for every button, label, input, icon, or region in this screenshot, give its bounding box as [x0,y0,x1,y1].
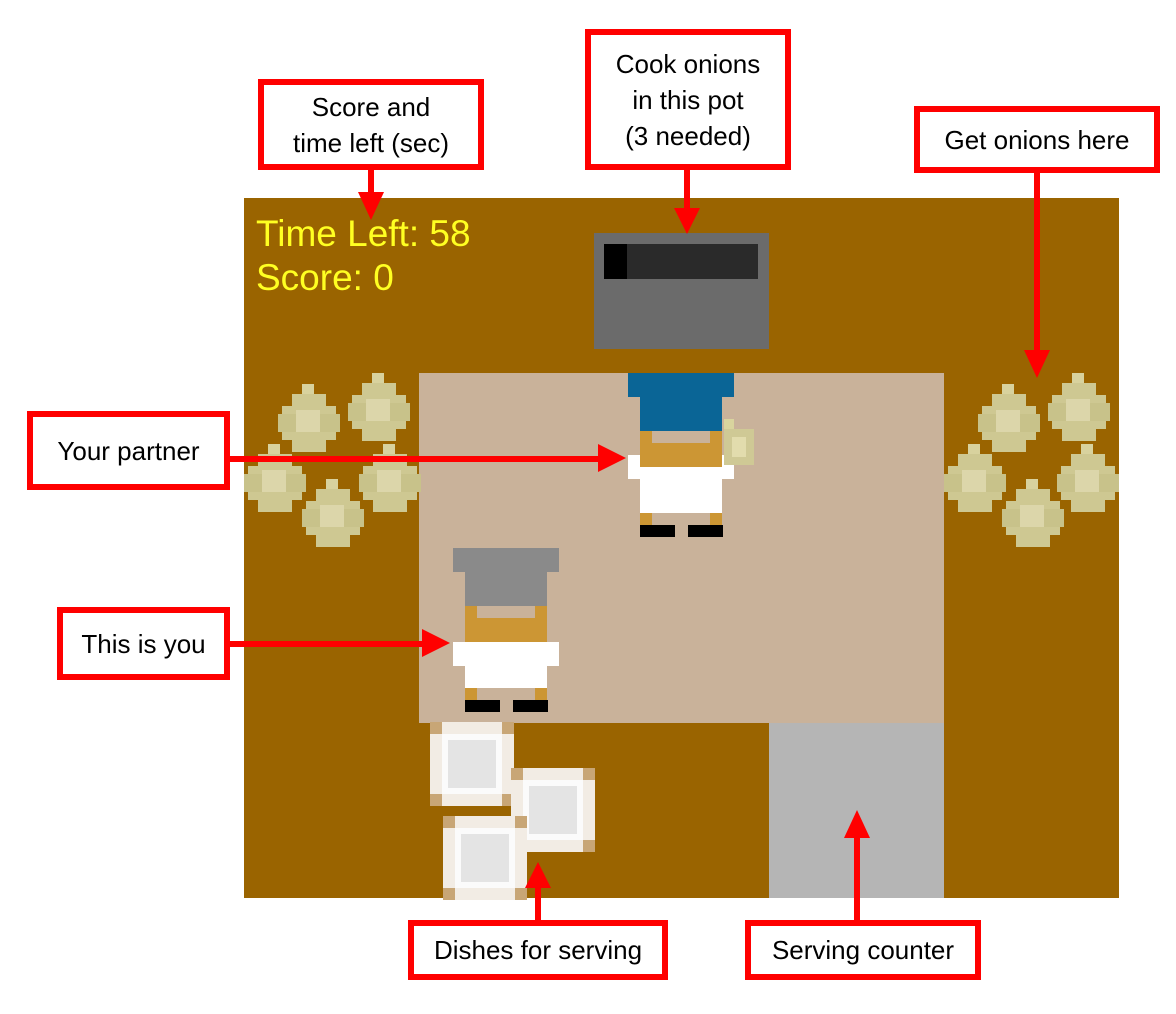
callout-onions: Get onions here [914,106,1160,173]
onion-icon[interactable] [978,384,1040,452]
callout-text: Cook onions [615,48,761,79]
serving-counter[interactable] [769,723,944,898]
score-readout: Score: 0 [256,257,394,298]
dish-icon[interactable] [430,722,514,806]
callout-text: (3 needed) [625,120,751,151]
callout-text: Your partner [57,435,200,466]
callout-dishes: Dishes for serving [408,920,668,980]
onion-icon[interactable] [278,384,340,452]
player-chef-icon [453,548,559,712]
onion-icon[interactable] [302,479,364,547]
partner-chef-icon [628,373,754,537]
pot-progress-fill [604,244,627,279]
cooking-pot-icon[interactable] [594,233,769,349]
callout-serving: Serving counter [745,920,981,980]
callout-text: Dishes for serving [433,935,643,965]
dish-icon[interactable] [443,816,527,900]
callout-text: Score and [311,91,431,122]
onion-icon[interactable] [348,373,410,441]
callout-text: Get onions here [944,124,1130,155]
onion-icon[interactable] [1002,479,1064,547]
callout-text: This is you [81,628,206,659]
callout-partner: Your partner [27,411,230,490]
onion-icon[interactable] [359,444,421,512]
onion-icon[interactable] [944,444,1006,512]
callout-pot: Cook onions in this pot (3 needed) [585,29,791,170]
onion-icon[interactable] [1048,373,1110,441]
callout-you: This is you [57,607,230,680]
onion-icon[interactable] [1057,444,1119,512]
hud: Time Left: 58 Score: 0 [256,212,471,300]
callout-score-time: Score and time left (sec) [258,79,484,170]
onion-icon[interactable] [244,444,306,512]
callout-text: Serving counter [771,935,955,965]
game-screenshot: Time Left: 58 Score: 0 Score and time le… [0,0,1176,1014]
callout-text: in this pot [632,84,744,115]
pot-progress-bar [604,244,758,279]
time-left-readout: Time Left: 58 [256,213,471,254]
callout-text: time left (sec) [292,127,450,158]
